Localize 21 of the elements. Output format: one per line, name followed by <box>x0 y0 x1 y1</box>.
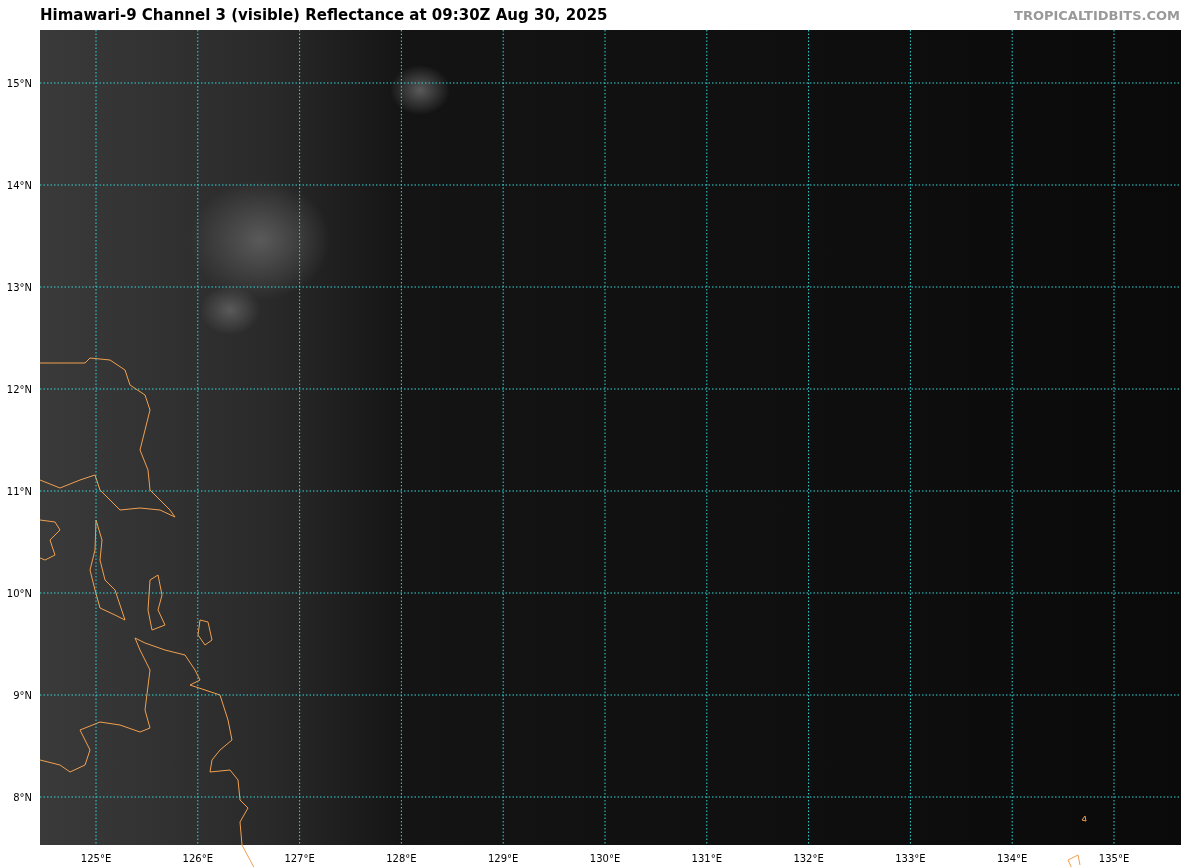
longitude-label: 125°E <box>80 853 112 864</box>
longitude-label: 128°E <box>386 853 417 864</box>
chart-title: Himawari-9 Channel 3 (visible) Reflectance at 09:30Z Aug 30, 2025 <box>40 6 608 24</box>
latitude-label: 15°N <box>6 78 32 89</box>
longitude-label: 126°E <box>182 853 213 864</box>
longitude-label: 130°E <box>589 853 621 864</box>
longitude-label: 132°E <box>793 853 824 864</box>
latitude-label: 14°N <box>6 180 32 191</box>
longitude-label: 129°E <box>488 853 519 864</box>
latitude-label: 11°N <box>6 486 32 497</box>
longitude-label: 131°E <box>691 853 722 864</box>
longitude-label: 127°E <box>284 853 315 864</box>
longitude-label: 135°E <box>1098 853 1130 864</box>
latitude-label: 9°N <box>13 690 32 701</box>
longitude-label: 134°E <box>997 853 1028 864</box>
site-credit: TROPICALTIDBITS.COM <box>1014 7 1180 23</box>
latitude-label: 12°N <box>6 384 32 395</box>
latitude-label: 10°N <box>6 588 32 599</box>
longitude-label: 133°E <box>895 853 926 864</box>
latitude-label: 13°N <box>6 282 32 293</box>
latitude-label: 8°N <box>13 792 32 803</box>
